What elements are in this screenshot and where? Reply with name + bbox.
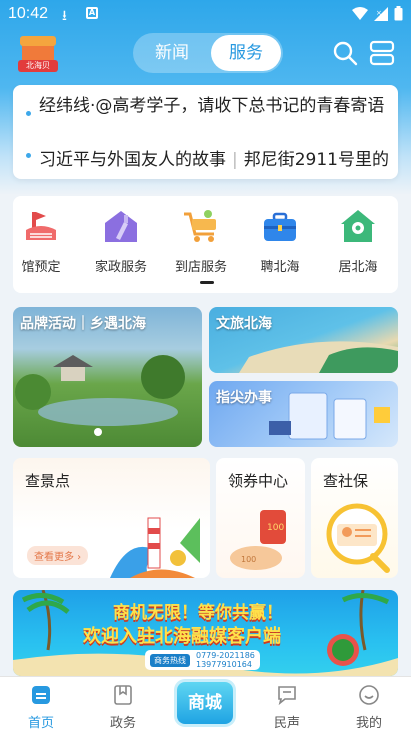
card-coupon-center[interactable]: 领券中心 100 100 bbox=[216, 458, 305, 578]
tab-news[interactable]: 新闻 bbox=[133, 33, 211, 73]
app-logo[interactable]: 北海贝 bbox=[18, 34, 58, 74]
signal-icon: × bbox=[374, 6, 388, 21]
scenic-more-link[interactable]: 查看更多 › bbox=[27, 546, 89, 565]
svg-text:100: 100 bbox=[241, 555, 256, 564]
card-culture-tourism[interactable]: 文旅北海 bbox=[209, 307, 398, 373]
ad-hotline: 商务热线 0779-2021186 13977910164 bbox=[145, 650, 260, 670]
card-scenic-spots[interactable]: 查景点 查看更多 › bbox=[13, 458, 210, 578]
home-icon bbox=[32, 686, 50, 704]
card-culture-title: 文旅北海 bbox=[216, 316, 272, 332]
coupon-illustration: 100 100 bbox=[230, 510, 286, 570]
card-social-title: 查社保 bbox=[323, 472, 369, 490]
news-service-switch[interactable]: 新闻 服务 bbox=[133, 33, 283, 73]
headline-2[interactable]: 习近平与外国友人的故事 | 邦尼街2911号里的 bbox=[39, 145, 398, 170]
search-icon[interactable] bbox=[332, 40, 358, 66]
ad-banner[interactable]: 商机无限！等你共赢！ 欢迎入驻北海融媒客户端 商务热线 0779-2021186… bbox=[13, 590, 398, 676]
house-location-icon bbox=[341, 210, 375, 242]
ad-subheadline: 欢迎入驻北海融媒客户端 bbox=[83, 626, 281, 647]
logo-label: 北海贝 bbox=[18, 60, 58, 72]
service-venue-booking[interactable]: 馆预定 bbox=[3, 208, 79, 275]
ad-headline: 商机无限！等你共赢！ bbox=[113, 603, 283, 623]
service-housekeeping[interactable]: 家政服务 bbox=[83, 208, 159, 275]
svg-text:100: 100 bbox=[267, 523, 284, 533]
service-page-indicator bbox=[200, 281, 214, 284]
card-coupon-title: 领券中心 bbox=[228, 472, 289, 490]
smiley-face-icon bbox=[359, 685, 379, 705]
housekeeping-icon bbox=[105, 211, 137, 242]
tab-government[interactable]: 政务 bbox=[93, 681, 153, 731]
headline-marquee[interactable]: 经纬线·@高考学子，请收下总书记的青春寄语 习近平与外国友人的故事 | 邦尼街291… bbox=[13, 85, 398, 179]
service-living[interactable]: 居北海 bbox=[320, 208, 396, 275]
service-in-store[interactable]: 到店服务 bbox=[163, 208, 239, 275]
venue-icon bbox=[26, 212, 56, 240]
service-jobs[interactable]: 聘北海 bbox=[242, 208, 318, 275]
wifi-icon bbox=[352, 6, 368, 20]
card-brand-activity[interactable]: 品牌活动｜乡遇北海 bbox=[13, 307, 202, 447]
tab-mall[interactable]: 商城 bbox=[177, 682, 233, 724]
chat-bubble-icon bbox=[278, 686, 296, 706]
bookmark-icon bbox=[114, 685, 132, 705]
service-grid: 馆预定 家政服务 到店服务 聘北海 居北海 bbox=[13, 196, 398, 293]
menu-icon[interactable] bbox=[369, 40, 395, 66]
card-scenic-title: 查景点 bbox=[25, 472, 71, 490]
magnifier-id-illustration bbox=[326, 503, 390, 573]
lighthouse-illustration bbox=[110, 517, 200, 578]
status-bar: 10:42 ⭳ A × bbox=[0, 0, 411, 28]
tab-mine[interactable]: 我的 bbox=[339, 681, 399, 731]
briefcase-icon bbox=[264, 212, 296, 241]
card-brand-title: 品牌活动｜乡遇北海 bbox=[20, 316, 146, 332]
card-social-security[interactable]: 查社保 bbox=[311, 458, 398, 578]
status-time: 10:42 bbox=[8, 5, 49, 22]
headline-1[interactable]: 经纬线·@高考学子，请收下总书记的青春寄语 bbox=[39, 95, 389, 118]
tab-voice[interactable]: 民声 bbox=[257, 681, 317, 731]
card-fingertip-title: 指尖办事 bbox=[216, 390, 272, 406]
battery-icon bbox=[394, 6, 403, 21]
tab-service[interactable]: 服务 bbox=[211, 35, 281, 71]
download-icon: ⭳ bbox=[62, 8, 67, 24]
svg-text:×: × bbox=[376, 9, 382, 17]
shopping-cart-icon bbox=[184, 210, 216, 242]
tab-home[interactable]: 首页 bbox=[11, 681, 71, 731]
card-fingertip-services[interactable]: 指尖办事 bbox=[209, 381, 398, 447]
app-notification-icon: A bbox=[86, 7, 98, 19]
